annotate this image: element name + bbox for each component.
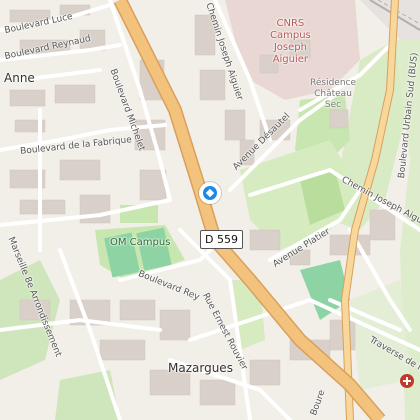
label-om-campus: OM Campus	[110, 237, 171, 248]
label-cnrs-campus: CNRS Campus Joseph Aiguier	[270, 18, 311, 65]
road-shield-d559: D 559	[200, 230, 243, 249]
directions-marker-icon[interactable]	[199, 182, 221, 204]
map-canvas	[0, 0, 420, 420]
map-view[interactable]: Boulevard Luce Boulevard Reynaud Anne Bo…	[0, 0, 420, 420]
hospital-icon[interactable]	[400, 374, 414, 388]
label-anne: Anne	[4, 71, 35, 85]
label-residence-chateau-sec: Résidence Château Sec	[310, 78, 357, 110]
label-mazargues: Mazargues	[168, 361, 233, 375]
